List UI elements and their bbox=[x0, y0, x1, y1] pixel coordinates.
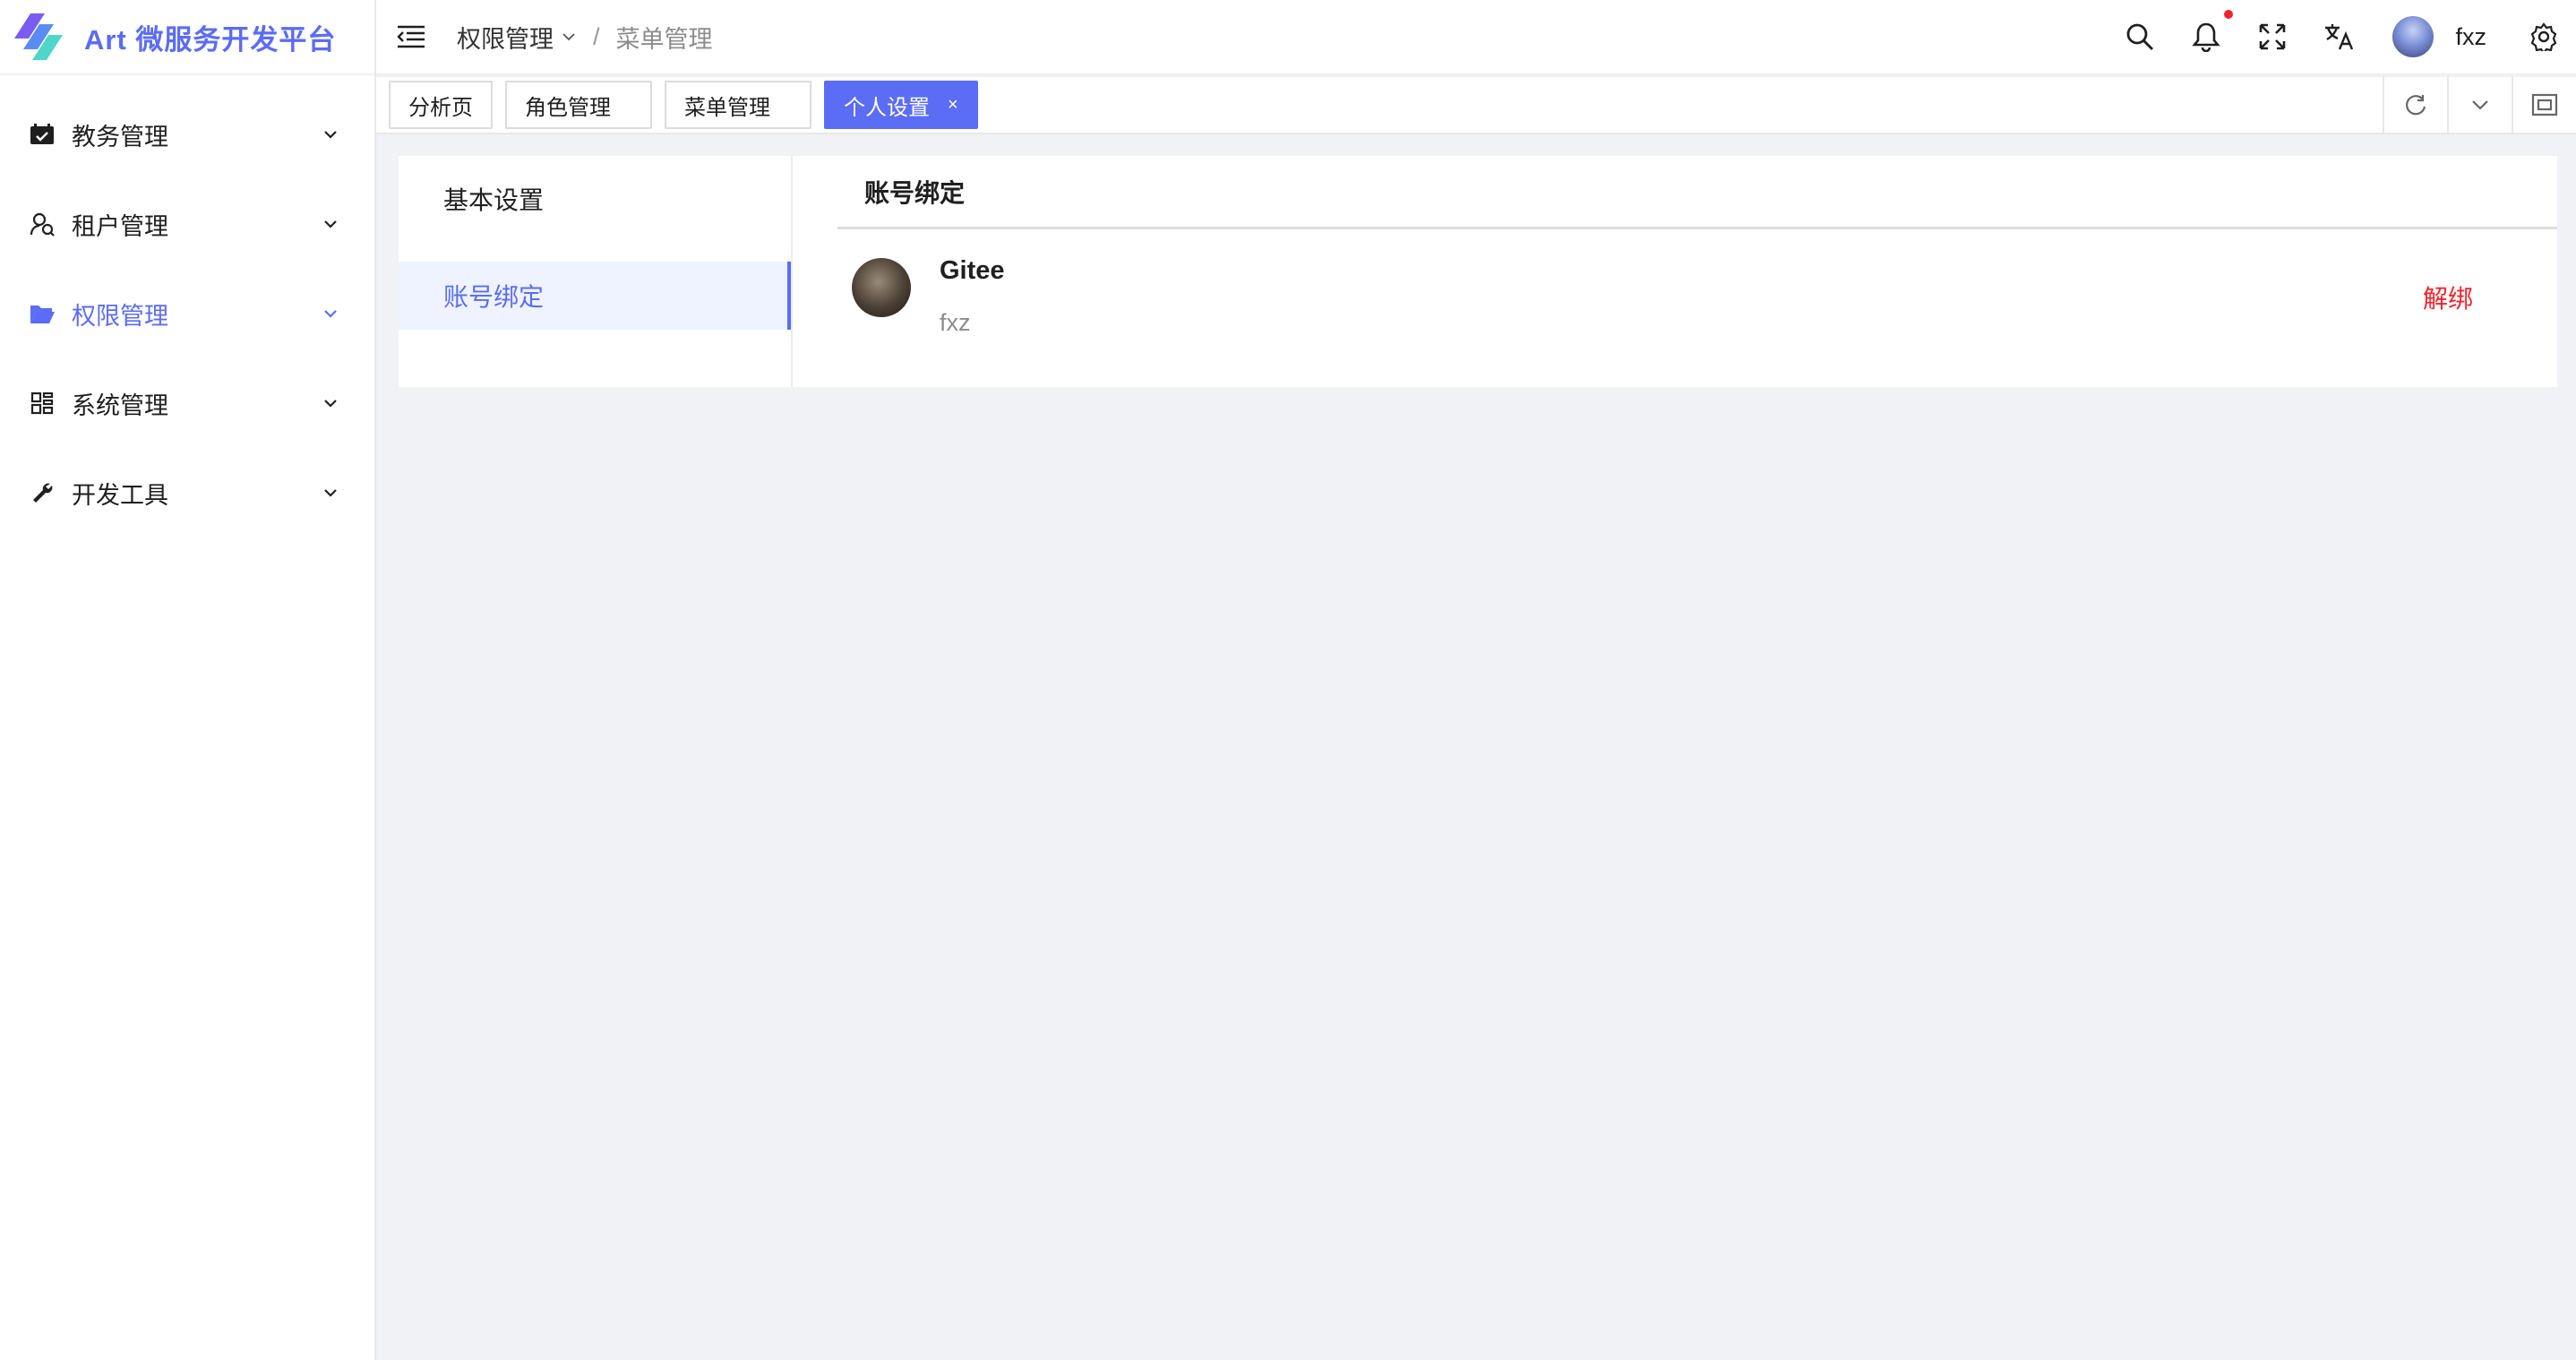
fullscreen-icon[interactable] bbox=[2256, 21, 2288, 53]
calendar-check-icon bbox=[29, 121, 56, 148]
binding-avatar bbox=[852, 258, 911, 317]
refresh-button[interactable] bbox=[2383, 76, 2447, 133]
tab-label: 菜单管理 bbox=[684, 95, 770, 120]
binding-platform: Gitee bbox=[940, 256, 1005, 285]
maximize-button[interactable] bbox=[2512, 76, 2576, 133]
sidebar-item-label: 教务管理 bbox=[72, 123, 168, 151]
tab-analysis[interactable]: 分析页 bbox=[389, 81, 493, 129]
notification-dot bbox=[2224, 10, 2234, 19]
tab-tools bbox=[2383, 76, 2576, 133]
translate-icon[interactable] bbox=[2323, 21, 2355, 53]
chevron-down-icon bbox=[324, 400, 337, 408]
tab-menu-management[interactable]: 菜单管理 bbox=[665, 81, 811, 129]
sidebar-item-permission[interactable]: 权限管理 bbox=[0, 269, 374, 358]
unbind-button[interactable]: 解绑 bbox=[2423, 280, 2473, 315]
breadcrumb: 权限管理 / 菜单管理 bbox=[457, 20, 713, 55]
sidebar-item-label: 租户管理 bbox=[72, 212, 168, 240]
sidebar: Art 微服务开发平台 教务管理 租户管理 权限管理 系统管理 开发工具 bbox=[0, 0, 376, 1360]
binding-row: Gitee fxz 解绑 bbox=[837, 229, 2557, 382]
search-icon[interactable] bbox=[2124, 21, 2156, 53]
tabs-dropdown-button[interactable] bbox=[2447, 76, 2512, 133]
sidebar-item-label: 权限管理 bbox=[72, 302, 168, 330]
expand-icon bbox=[2531, 93, 2558, 116]
sidebar-menu: 教务管理 租户管理 权限管理 系统管理 开发工具 bbox=[0, 75, 374, 538]
settings-card: 基本设置 账号绑定 账号绑定 Gitee fxz 解绑 bbox=[399, 156, 2557, 387]
sidebar-item-academic[interactable]: 教务管理 bbox=[0, 90, 374, 179]
refresh-icon bbox=[2406, 95, 2426, 116]
binding-username: fxz bbox=[940, 309, 971, 336]
chevron-down-icon bbox=[324, 131, 337, 139]
tab-personal-settings[interactable]: 个人设置 × bbox=[824, 81, 978, 129]
app-title: Art 微服务开发平台 bbox=[84, 23, 337, 56]
sidebar-item-devtools[interactable]: 开发工具 bbox=[0, 448, 374, 538]
bell-icon[interactable] bbox=[2190, 10, 2234, 53]
menu-fold-icon[interactable] bbox=[396, 23, 426, 50]
breadcrumb-parent[interactable]: 权限管理 bbox=[457, 20, 554, 55]
user-name[interactable]: fxz bbox=[2455, 23, 2486, 51]
chevron-down-icon bbox=[324, 220, 337, 228]
sidebar-item-label: 系统管理 bbox=[72, 392, 168, 419]
app-logo[interactable]: Art 微服务开发平台 bbox=[0, 0, 374, 75]
settings-nav-account-binding[interactable]: 账号绑定 bbox=[399, 262, 791, 330]
tab-role-management[interactable]: 角色管理 bbox=[505, 81, 652, 129]
tabs-bar: 分析页 角色管理 菜单管理 个人设置 × bbox=[376, 76, 2576, 134]
wrench-icon bbox=[29, 479, 56, 506]
folder-open-icon bbox=[29, 300, 56, 327]
top-header: 权限管理 / 菜单管理 fxz bbox=[376, 0, 2576, 75]
tab-label: 个人设置 bbox=[844, 95, 930, 120]
gear-icon[interactable] bbox=[2528, 21, 2560, 53]
user-avatar[interactable] bbox=[2392, 16, 2434, 57]
tab-label: 分析页 bbox=[408, 95, 473, 120]
apps-icon bbox=[29, 390, 56, 417]
settings-pane: 账号绑定 Gitee fxz 解绑 bbox=[793, 156, 2557, 387]
header-actions: fxz bbox=[2090, 10, 2576, 57]
pane-title: 账号绑定 bbox=[837, 156, 2557, 229]
sidebar-item-system[interactable]: 系统管理 bbox=[0, 358, 374, 448]
sidebar-item-tenant[interactable]: 租户管理 bbox=[0, 179, 374, 269]
user-group-icon bbox=[29, 211, 56, 237]
logo-icon bbox=[14, 13, 63, 60]
breadcrumb-separator: / bbox=[593, 22, 600, 50]
chevron-down-icon bbox=[324, 310, 337, 318]
chevron-down-icon bbox=[324, 489, 337, 497]
tab-label: 角色管理 bbox=[525, 95, 611, 120]
close-icon[interactable]: × bbox=[948, 95, 958, 116]
chevron-down-icon[interactable] bbox=[561, 29, 577, 45]
settings-nav-basic[interactable]: 基本设置 bbox=[399, 165, 791, 233]
chevron-down-icon bbox=[2472, 100, 2488, 110]
breadcrumb-current: 菜单管理 bbox=[615, 25, 713, 53]
binding-info: Gitee fxz bbox=[940, 256, 1005, 337]
sidebar-item-label: 开发工具 bbox=[72, 481, 168, 509]
settings-nav: 基本设置 账号绑定 bbox=[399, 156, 793, 387]
